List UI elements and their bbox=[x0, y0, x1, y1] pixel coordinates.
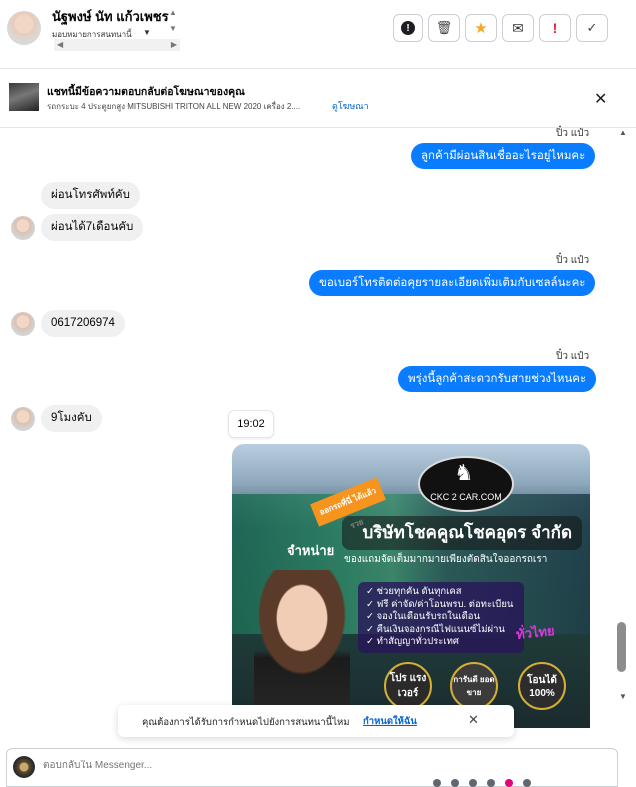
reply-input[interactable] bbox=[43, 760, 443, 771]
gif-icon[interactable] bbox=[487, 779, 495, 787]
sender-name: ปิ๋ว แป๋ว bbox=[556, 255, 590, 266]
horizontal-scrollbar[interactable]: ◀ ▶ bbox=[54, 39, 180, 51]
composer-toolbar bbox=[433, 779, 531, 787]
scroll-right-icon[interactable]: ▶ bbox=[171, 40, 177, 49]
follow-up-button[interactable]: ★ bbox=[465, 14, 497, 42]
scroll-down-icon[interactable]: ▼ bbox=[619, 692, 627, 701]
contact-name[interactable]: นัฐพงษ์ นัท แก้วเพชร bbox=[52, 6, 169, 27]
ad-reply-banner: แชทนี้มีข้อความตอบกลับต่อโฆษณาของคุณ รถก… bbox=[0, 69, 636, 128]
mark-unread-icon: ✉ bbox=[512, 19, 524, 36]
outgoing-message[interactable]: ลูกค้ามีผ่อนสินเชื่ออะไรอยู่ไหมคะ bbox=[411, 143, 596, 169]
sale-sign-text: จำหน่าย bbox=[287, 543, 335, 558]
scroll-left-icon[interactable]: ◀ bbox=[57, 40, 63, 49]
ad-banner-title: แชทนี้มีข้อความตอบกลับต่อโฆษณาของคุณ bbox=[47, 86, 245, 98]
conversation-header: นัฐพงษ์ นัท แก้วเพชร ▲ ▼ มอบหมายการสนทนา… bbox=[0, 0, 636, 69]
contact-avatar-small[interactable] bbox=[11, 216, 35, 240]
emoji-icon[interactable] bbox=[433, 779, 441, 787]
incoming-message[interactable]: 9โมงคับ bbox=[41, 405, 102, 432]
promo-badge: โปร แรง เวอร์ bbox=[384, 662, 432, 710]
sticker-icon[interactable] bbox=[505, 779, 513, 787]
like-icon[interactable] bbox=[523, 779, 531, 787]
mark-done-button[interactable]: ✓ bbox=[576, 14, 608, 42]
contact-avatar[interactable] bbox=[7, 11, 41, 45]
conversation-actions: ! 🗑 ★ ✉ ! ✓ bbox=[393, 14, 608, 44]
info-button[interactable]: ! bbox=[393, 14, 423, 42]
ad-thumbnail[interactable] bbox=[9, 83, 39, 111]
promo-bullet-list: ✓ ช่วยทุกคัน ดันทุกเคส ✓ ฟรี ค่าจัด/ค่าโ… bbox=[358, 582, 524, 653]
assign-prompt-text: คุณต้องการได้รับการกำหนดไปยังการสนทนานี้… bbox=[142, 717, 350, 728]
trash-icon: 🗑 bbox=[435, 20, 453, 35]
message-thread[interactable]: ปิ๋ว แป๋ว ลูกค้ามีผ่อนสินเชื่ออะไรอยู่ไห… bbox=[0, 128, 616, 728]
promo-bullet: ✓ คืนเงินจองกรณีไฟแนนซ์ไม่ผ่าน bbox=[366, 623, 505, 635]
info-icon: ! bbox=[401, 21, 415, 35]
page-avatar bbox=[13, 756, 35, 778]
contact-avatar-small[interactable] bbox=[11, 312, 35, 336]
image-attachment[interactable]: CKC 2 CAR.COM ♞ ออกรถที่นี่ ได้แล้วรวย จ… bbox=[232, 444, 590, 728]
promo-tagline: ของแถมจัดเต็มมากมายเพียงตัดสินใจออกรถเรา bbox=[344, 554, 548, 565]
view-ad-link[interactable]: ดูโฆษณา bbox=[332, 99, 369, 113]
move-to-spam-button[interactable]: ! bbox=[539, 14, 571, 42]
scrollbar-thumb[interactable] bbox=[617, 622, 626, 672]
outgoing-message[interactable]: ขอเบอร์โทรติดต่อคุยรายละเอียดเพิ่มเติมกั… bbox=[309, 270, 596, 296]
assign-prompt-toast: คุณต้องการได้รับการกำหนดไปยังการสนทนานี้… bbox=[118, 705, 514, 737]
promo-bullet: ✓ ฟรี ค่าจัด/ค่าโอนพรบ. ต่อทะเบียน bbox=[366, 598, 514, 610]
company-name: บริษัทโชคคูณโชคอุดร จำกัด bbox=[342, 516, 582, 550]
promo-bullet: ✓ จองในเดือนรับรถในเดือน bbox=[366, 611, 481, 622]
ad-banner-subtitle: รถกระบะ 4 ประตูยกสูง MITSUBISHI TRITON A… bbox=[47, 102, 301, 111]
spam-icon: ! bbox=[552, 20, 558, 36]
reply-composer bbox=[6, 748, 618, 787]
message-timestamp: 19:02 bbox=[228, 410, 274, 438]
assign-to-me-link[interactable]: กำหนดให้ฉัน bbox=[363, 714, 417, 729]
sender-name: ปิ๋ว แป๋ว bbox=[556, 128, 590, 139]
done-icon: ✓ bbox=[586, 20, 598, 35]
dealer-logo-text: CKC 2 CAR.COM bbox=[430, 492, 502, 502]
promo-bullet: ✓ ทำสัญญาทั่วประเทศ bbox=[366, 636, 459, 647]
promo-badge: การันตี ยอดขาย bbox=[450, 662, 498, 710]
outgoing-message[interactable]: พรุ่งนี้ลูกค้าสะดวกรับสายช่วงไหนคะ bbox=[398, 366, 597, 392]
thread-scrollbar[interactable]: ▲ ▼ bbox=[616, 128, 630, 708]
delete-button[interactable]: 🗑 bbox=[428, 14, 460, 42]
sender-name: ปิ๋ว แป๋ว bbox=[556, 351, 590, 362]
promo-bullet: ✓ ช่วยทุกคัน ดันทุกเคส bbox=[366, 586, 462, 597]
scroll-up-icon[interactable]: ▲ bbox=[169, 8, 177, 17]
mark-unread-button[interactable]: ✉ bbox=[502, 14, 534, 42]
star-icon: ★ bbox=[474, 20, 488, 37]
incoming-message[interactable]: 0617206974 bbox=[41, 310, 125, 337]
close-icon[interactable]: ✕ bbox=[468, 712, 479, 728]
pegasus-logo-icon: ♞ bbox=[454, 460, 474, 485]
saved-reply-icon[interactable] bbox=[469, 779, 477, 787]
incoming-message[interactable]: ผ่อนโทรศัพท์คับ bbox=[41, 182, 140, 209]
contact-avatar-small[interactable] bbox=[11, 407, 35, 431]
promo-badge: โอนได้ 100% bbox=[518, 662, 566, 710]
scroll-up-icon[interactable]: ▲ bbox=[619, 128, 627, 137]
nationwide-tag: ทั่วไทย bbox=[515, 623, 556, 642]
incoming-message[interactable]: ผ่อนได้7เดือนคับ bbox=[41, 214, 144, 241]
scroll-down-icon[interactable]: ▼ bbox=[169, 24, 177, 33]
close-icon[interactable]: ✕ bbox=[594, 89, 607, 109]
chevron-down-icon[interactable]: ▼ bbox=[143, 28, 151, 37]
attach-icon[interactable] bbox=[451, 779, 459, 787]
